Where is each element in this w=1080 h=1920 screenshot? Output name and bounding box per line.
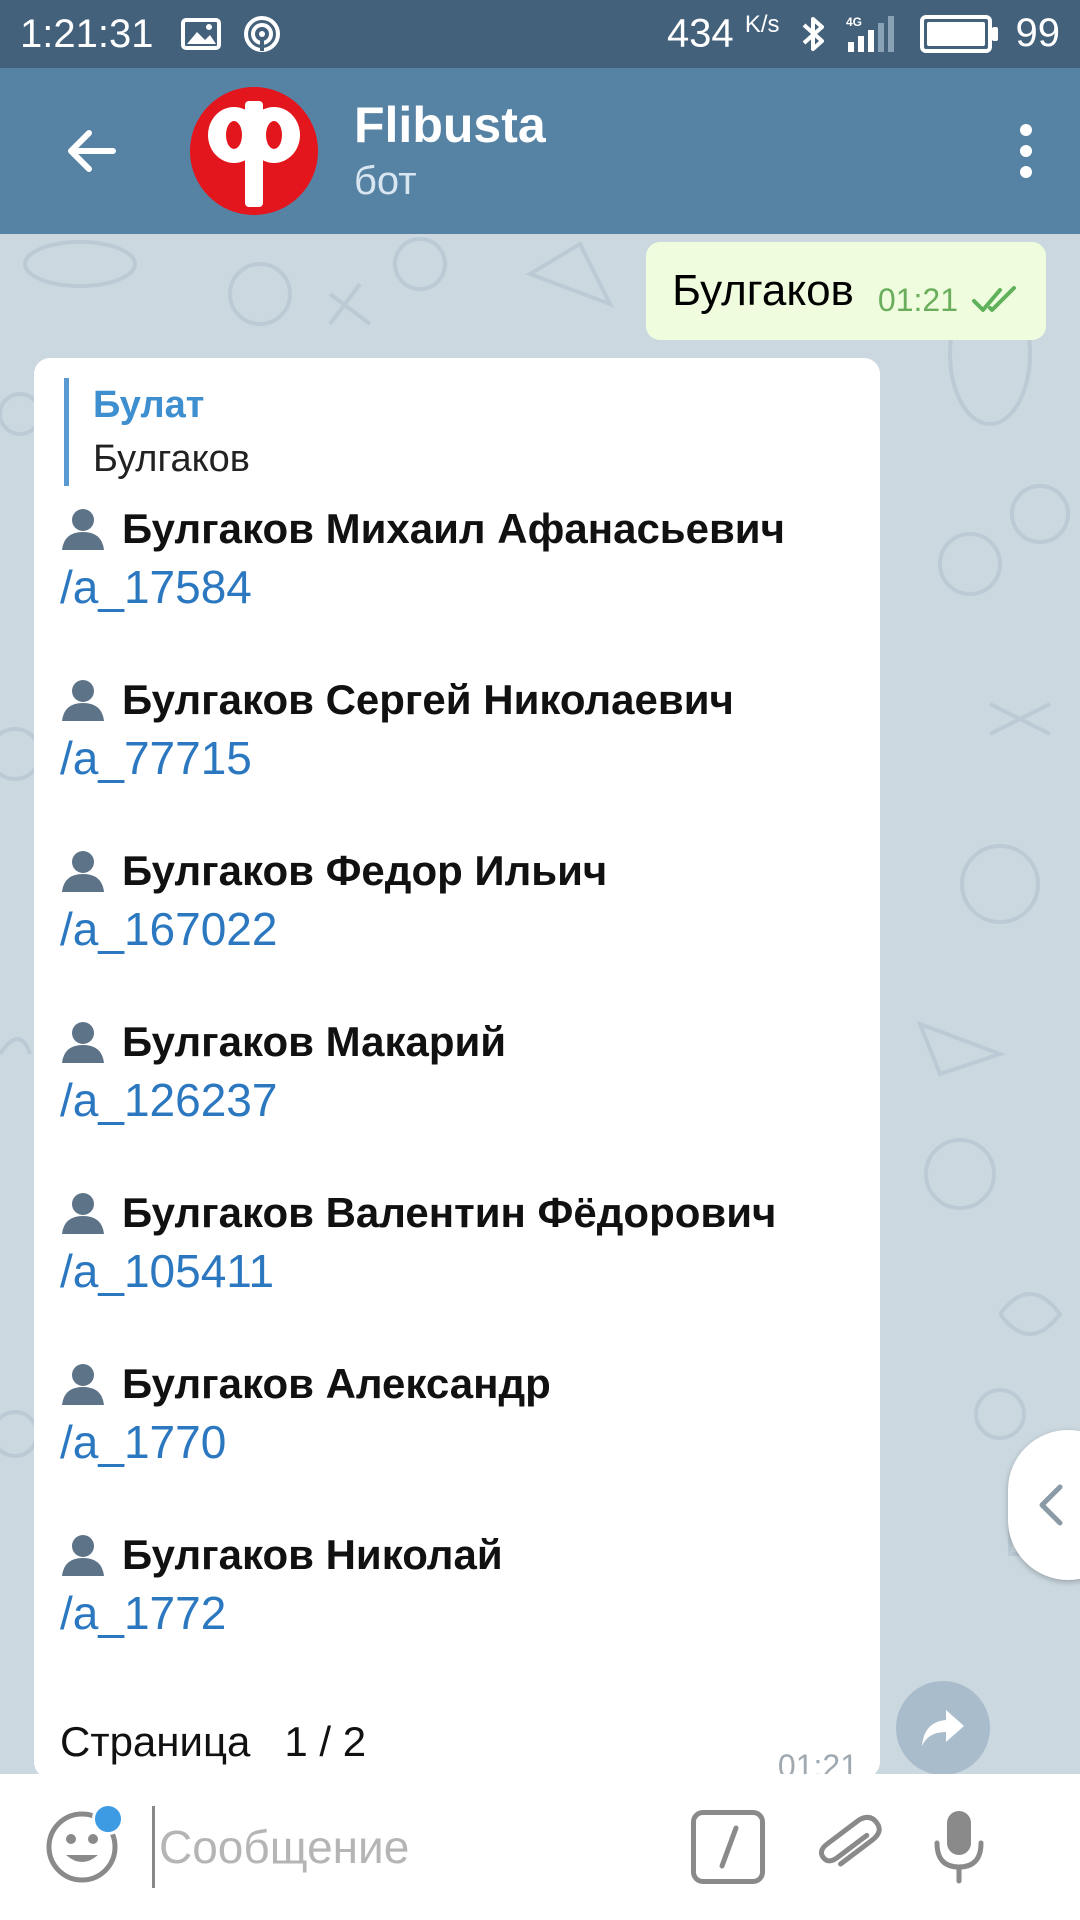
reply-quote[interactable]: Булат Булгаков xyxy=(64,378,250,486)
list-item: Булгаков Александр /a_1770 xyxy=(60,1355,551,1471)
notification-dot xyxy=(92,1803,124,1835)
author-name: Булгаков Михаил Афанасьевич xyxy=(122,505,785,552)
bot-command-button[interactable] xyxy=(691,1810,765,1884)
back-button[interactable] xyxy=(50,109,134,193)
quote-text: Булгаков xyxy=(93,438,250,480)
author-name: Булгаков Валентин Фёдорович xyxy=(122,1189,777,1236)
list-item: Булгаков Михаил Афанасьевич /a_17584 xyxy=(60,500,785,616)
chat-header: Flibusta бот xyxy=(0,68,1080,234)
status-time: 1:21:31 xyxy=(20,11,154,56)
author-command-link[interactable]: /a_105411 xyxy=(60,1242,776,1300)
chat-area[interactable]: Булгаков 01:21 Булат Булгаков Булгаков М… xyxy=(0,234,1080,1774)
incoming-message-time: 01:21 xyxy=(777,1748,858,1774)
more-menu-button[interactable] xyxy=(1006,109,1046,193)
message-input[interactable] xyxy=(152,1806,681,1888)
chat-subtitle: бот xyxy=(354,159,417,203)
author-command-link[interactable]: /a_167022 xyxy=(60,900,607,958)
status-bar: 1:21:31 434 K/s 4G 99 xyxy=(0,0,1080,68)
author-name: Булгаков Макарий xyxy=(122,1018,507,1065)
outgoing-message-text: Булгаков xyxy=(672,266,854,315)
person-icon xyxy=(62,680,104,721)
outgoing-message-time: 01:21 xyxy=(877,281,958,318)
share-arrow-icon xyxy=(922,1710,964,1746)
author-name: Булгаков Александр xyxy=(122,1360,551,1407)
incoming-message[interactable]: Булат Булгаков Булгаков Михаил Афанасьев… xyxy=(34,358,880,1774)
author-command-link[interactable]: /a_126237 xyxy=(60,1071,506,1129)
person-icon xyxy=(62,1535,104,1576)
slash-command-icon xyxy=(719,1825,739,1869)
share-button[interactable] xyxy=(896,1681,990,1774)
page-label: Страница xyxy=(60,1718,251,1765)
list-item: Булгаков Сергей Николаевич /a_77715 xyxy=(60,671,734,787)
quote-author: Булат xyxy=(93,384,205,426)
chat-title[interactable]: Flibusta xyxy=(354,95,546,155)
battery-icon xyxy=(919,14,998,53)
attach-button[interactable] xyxy=(809,1807,889,1887)
person-icon xyxy=(62,1022,104,1063)
list-item: Булгаков Валентин Фёдорович /a_105411 xyxy=(60,1184,776,1300)
network-speed: 434 K/s xyxy=(666,11,780,56)
person-icon xyxy=(62,851,104,892)
author-name: Булгаков Сергей Николаевич xyxy=(122,676,734,723)
page-number: 1 / 2 xyxy=(284,1718,367,1765)
outgoing-message[interactable]: Булгаков 01:21 xyxy=(646,242,1046,340)
emoji-button[interactable] xyxy=(44,1803,124,1885)
paperclip-icon xyxy=(818,1814,882,1867)
person-icon xyxy=(62,1193,104,1234)
microphone-icon xyxy=(934,1811,984,1884)
microphone-button[interactable] xyxy=(929,1807,989,1887)
person-icon xyxy=(62,1364,104,1405)
more-vertical-icon xyxy=(1020,124,1032,136)
message-input-bar xyxy=(0,1774,1080,1920)
bluetooth-icon xyxy=(802,16,824,51)
battery-level: 99 xyxy=(1015,11,1061,56)
avatar[interactable] xyxy=(190,87,318,215)
list-item: Булгаков Николай /a_1772 xyxy=(60,1526,503,1642)
author-command-link[interactable]: /a_77715 xyxy=(60,729,734,787)
hotspot-icon xyxy=(244,16,281,52)
chevron-left-icon xyxy=(1039,1484,1063,1526)
list-item: Булгаков Макарий /a_126237 xyxy=(60,1013,506,1129)
person-icon xyxy=(62,509,104,550)
author-command-link[interactable]: /a_1772 xyxy=(60,1584,503,1642)
arrow-left-icon xyxy=(68,130,116,172)
double-check-icon xyxy=(972,286,1016,312)
list-item: Булгаков Федор Ильич /a_167022 xyxy=(60,842,607,958)
flibusta-logo-icon xyxy=(190,87,318,215)
gallery-notification-icon xyxy=(181,18,222,50)
author-name: Булгаков Николай xyxy=(122,1531,503,1578)
author-command-link[interactable]: /a_17584 xyxy=(60,558,785,616)
signal-icon: 4G xyxy=(846,15,894,52)
pagination: Страница 1 / 2 xyxy=(60,1718,366,1766)
svg-text:4G: 4G xyxy=(846,15,862,29)
author-command-link[interactable]: /a_1770 xyxy=(60,1413,551,1471)
author-name: Булгаков Федор Ильич xyxy=(122,847,608,894)
